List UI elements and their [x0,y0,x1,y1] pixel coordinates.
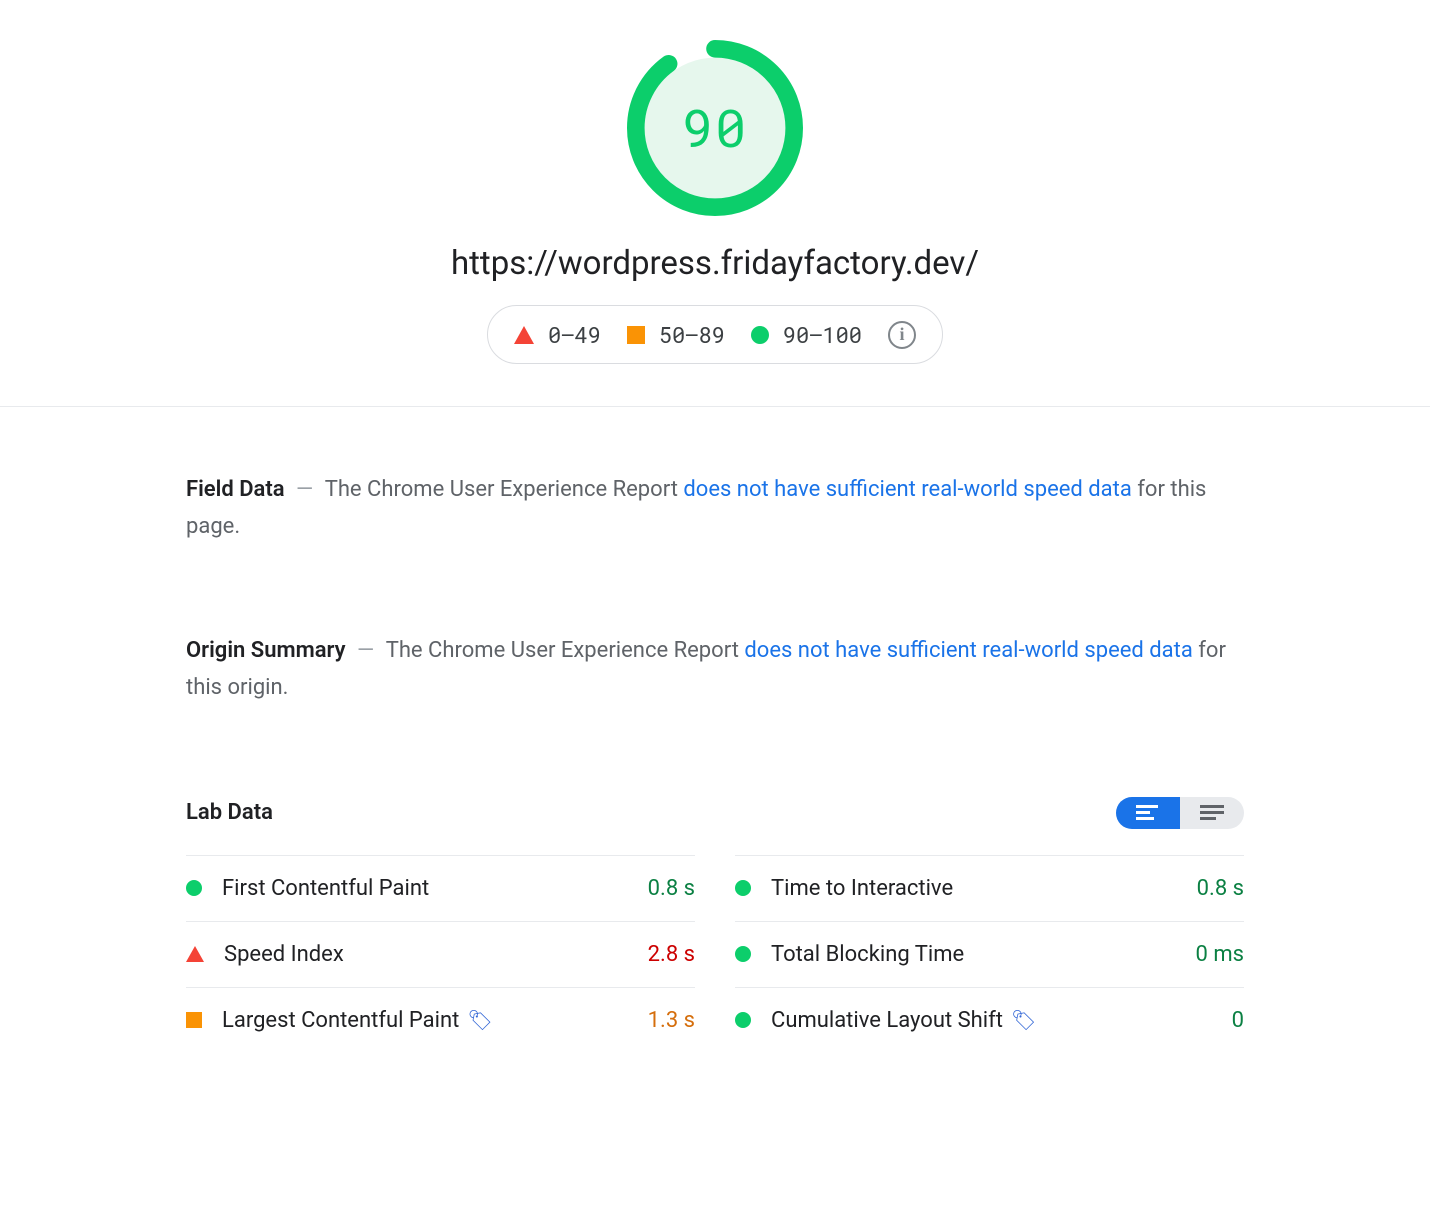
origin-summary-paragraph: Origin Summary — The Chrome User Experie… [186,632,1244,707]
view-expanded-button[interactable] [1180,797,1244,829]
metrics-grid: First Contentful Paint 0.8 s Time to Int… [186,855,1244,1053]
bars-short-icon [1136,805,1160,821]
metric-value: 1.3 s [648,1008,695,1033]
metric-value: 2.8 s [648,942,695,967]
bookmark-icon: 🏷 [1011,1008,1036,1032]
metric-label: Time to Interactive [771,876,953,901]
legend-avg: 50–89 [659,320,725,349]
legend-poor: 0–49 [548,320,601,349]
metric-value: 0.8 s [1197,876,1244,901]
metric-cls: Cumulative Layout Shift 🏷 0 [735,987,1244,1053]
circle-icon [751,326,769,344]
metric-label: Largest Contentful Paint [222,1008,459,1033]
origin-summary-link[interactable]: does not have sufficient real-world spee… [744,638,1192,663]
metric-tti: Time to Interactive 0.8 s [735,855,1244,921]
metric-value: 0 ms [1196,942,1244,967]
lab-data-heading: Lab Data [186,800,273,825]
metric-label: Speed Index [224,942,344,967]
triangle-icon [186,946,204,962]
metric-label: Cumulative Layout Shift [771,1008,1003,1033]
circle-icon [186,880,202,896]
info-icon[interactable]: i [888,321,916,349]
page-url: https://wordpress.fridayfactory.dev/ [0,244,1430,283]
metric-label: Total Blocking Time [771,942,964,967]
field-data-link[interactable]: does not have sufficient real-world spee… [683,477,1131,502]
bookmark-icon: 🏷 [467,1008,492,1032]
metric-value: 0 [1232,1008,1244,1033]
metric-si: Speed Index 2.8 s [186,921,695,987]
metric-tbt: Total Blocking Time 0 ms [735,921,1244,987]
bars-long-icon [1200,805,1224,821]
triangle-icon [514,326,534,344]
field-data-paragraph: Field Data — The Chrome User Experience … [186,471,1244,546]
metric-fcp: First Contentful Paint 0.8 s [186,855,695,921]
score-legend: 0–49 50–89 90–100 i [487,305,943,364]
metric-value: 0.8 s [648,876,695,901]
circle-icon [735,946,751,962]
metric-lcp: Largest Contentful Paint 🏷 1.3 s [186,987,695,1053]
view-compact-button[interactable] [1116,797,1180,829]
square-icon [627,326,645,344]
field-data-heading: Field Data [186,477,285,502]
origin-summary-heading: Origin Summary [186,638,346,663]
score-value: 90 [627,40,803,216]
view-toggle [1116,797,1244,829]
legend-good: 90–100 [783,320,862,349]
circle-icon [735,1012,751,1028]
metric-label: First Contentful Paint [222,876,429,901]
circle-icon [735,880,751,896]
square-icon [186,1012,202,1028]
score-gauge: 90 [627,40,803,216]
